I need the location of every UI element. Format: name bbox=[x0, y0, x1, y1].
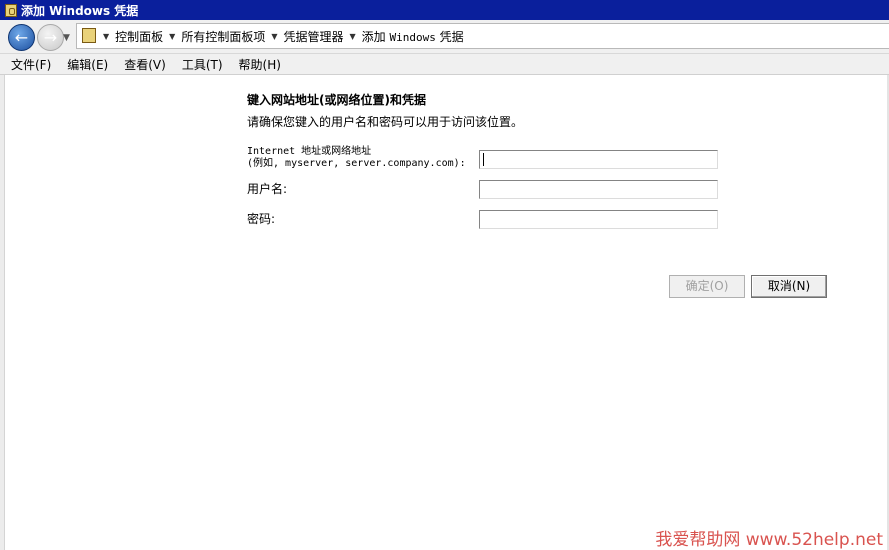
password-input[interactable] bbox=[479, 210, 718, 229]
breadcrumb-all-items[interactable]: 所有控制面板项 bbox=[181, 28, 265, 45]
breadcrumb-current-suffix: 凭据 bbox=[435, 29, 464, 44]
address-input[interactable] bbox=[479, 150, 718, 169]
breadcrumb-control-panel[interactable]: 控制面板 bbox=[115, 28, 163, 45]
back-button[interactable]: ← bbox=[8, 24, 35, 51]
chevron-down-icon[interactable]: ▼ bbox=[169, 32, 175, 41]
address-label-line2: (例如, myserver, server.company.com): bbox=[247, 158, 466, 169]
forward-button[interactable]: → bbox=[37, 24, 64, 51]
username-input[interactable] bbox=[479, 180, 718, 199]
navigation-bar: ← → ▼ ▼ 控制面板 ▼ 所有控制面板项 ▼ 凭据管理器 ▼ 添加 Wind… bbox=[0, 20, 889, 54]
ok-button[interactable]: 确定(O) bbox=[669, 275, 745, 298]
breadcrumb: ▼ 控制面板 ▼ 所有控制面板项 ▼ 凭据管理器 ▼ 添加 Windows 凭据 bbox=[101, 24, 468, 48]
window-title: 添加 Windows 凭据 bbox=[21, 3, 139, 18]
watermark: 我爱帮助网 www.52help.net bbox=[655, 530, 883, 550]
breadcrumb-current-mono: Windows bbox=[389, 30, 436, 44]
menu-bar: 文件(F) 编辑(E) 查看(V) 工具(T) 帮助(H) bbox=[0, 54, 889, 75]
username-label: 用户名: bbox=[247, 182, 288, 196]
address-label: Internet 地址或网络地址 (例如, myserver, server.c… bbox=[247, 146, 466, 170]
left-border bbox=[0, 75, 5, 550]
breadcrumb-current-prefix: 添加 bbox=[361, 29, 390, 44]
chevron-down-icon[interactable]: ▼ bbox=[271, 32, 277, 41]
credential-manager-icon bbox=[82, 28, 96, 43]
page-heading: 键入网站地址(或网络位置)和凭据 bbox=[247, 93, 426, 107]
password-label: 密码: bbox=[247, 212, 276, 226]
text-caret bbox=[483, 153, 484, 166]
menu-view[interactable]: 查看(V) bbox=[124, 56, 166, 73]
breadcrumb-credential-manager[interactable]: 凭据管理器 bbox=[284, 28, 344, 45]
page-description: 请确保您键入的用户名和密码可以用于访问该位置。 bbox=[247, 115, 524, 129]
credential-manager-icon bbox=[5, 3, 17, 17]
chevron-down-icon[interactable]: ▼ bbox=[350, 32, 356, 41]
menu-tools[interactable]: 工具(T) bbox=[182, 56, 223, 73]
title-bar: 添加 Windows 凭据 bbox=[0, 0, 889, 20]
menu-help[interactable]: 帮助(H) bbox=[239, 56, 281, 73]
menu-file[interactable]: 文件(F) bbox=[11, 56, 51, 73]
cancel-button[interactable]: 取消(N) bbox=[751, 275, 827, 298]
address-label-line1: Internet 地址或网络地址 bbox=[247, 146, 372, 157]
chevron-down-icon[interactable]: ▼ bbox=[103, 32, 109, 41]
breadcrumb-current: 添加 Windows 凭据 bbox=[362, 28, 464, 45]
recent-pages-dropdown-icon[interactable]: ▼ bbox=[63, 33, 70, 43]
address-field[interactable]: ▼ 控制面板 ▼ 所有控制面板项 ▼ 凭据管理器 ▼ 添加 Windows 凭据 bbox=[76, 23, 889, 49]
menu-edit[interactable]: 编辑(E) bbox=[67, 56, 108, 73]
